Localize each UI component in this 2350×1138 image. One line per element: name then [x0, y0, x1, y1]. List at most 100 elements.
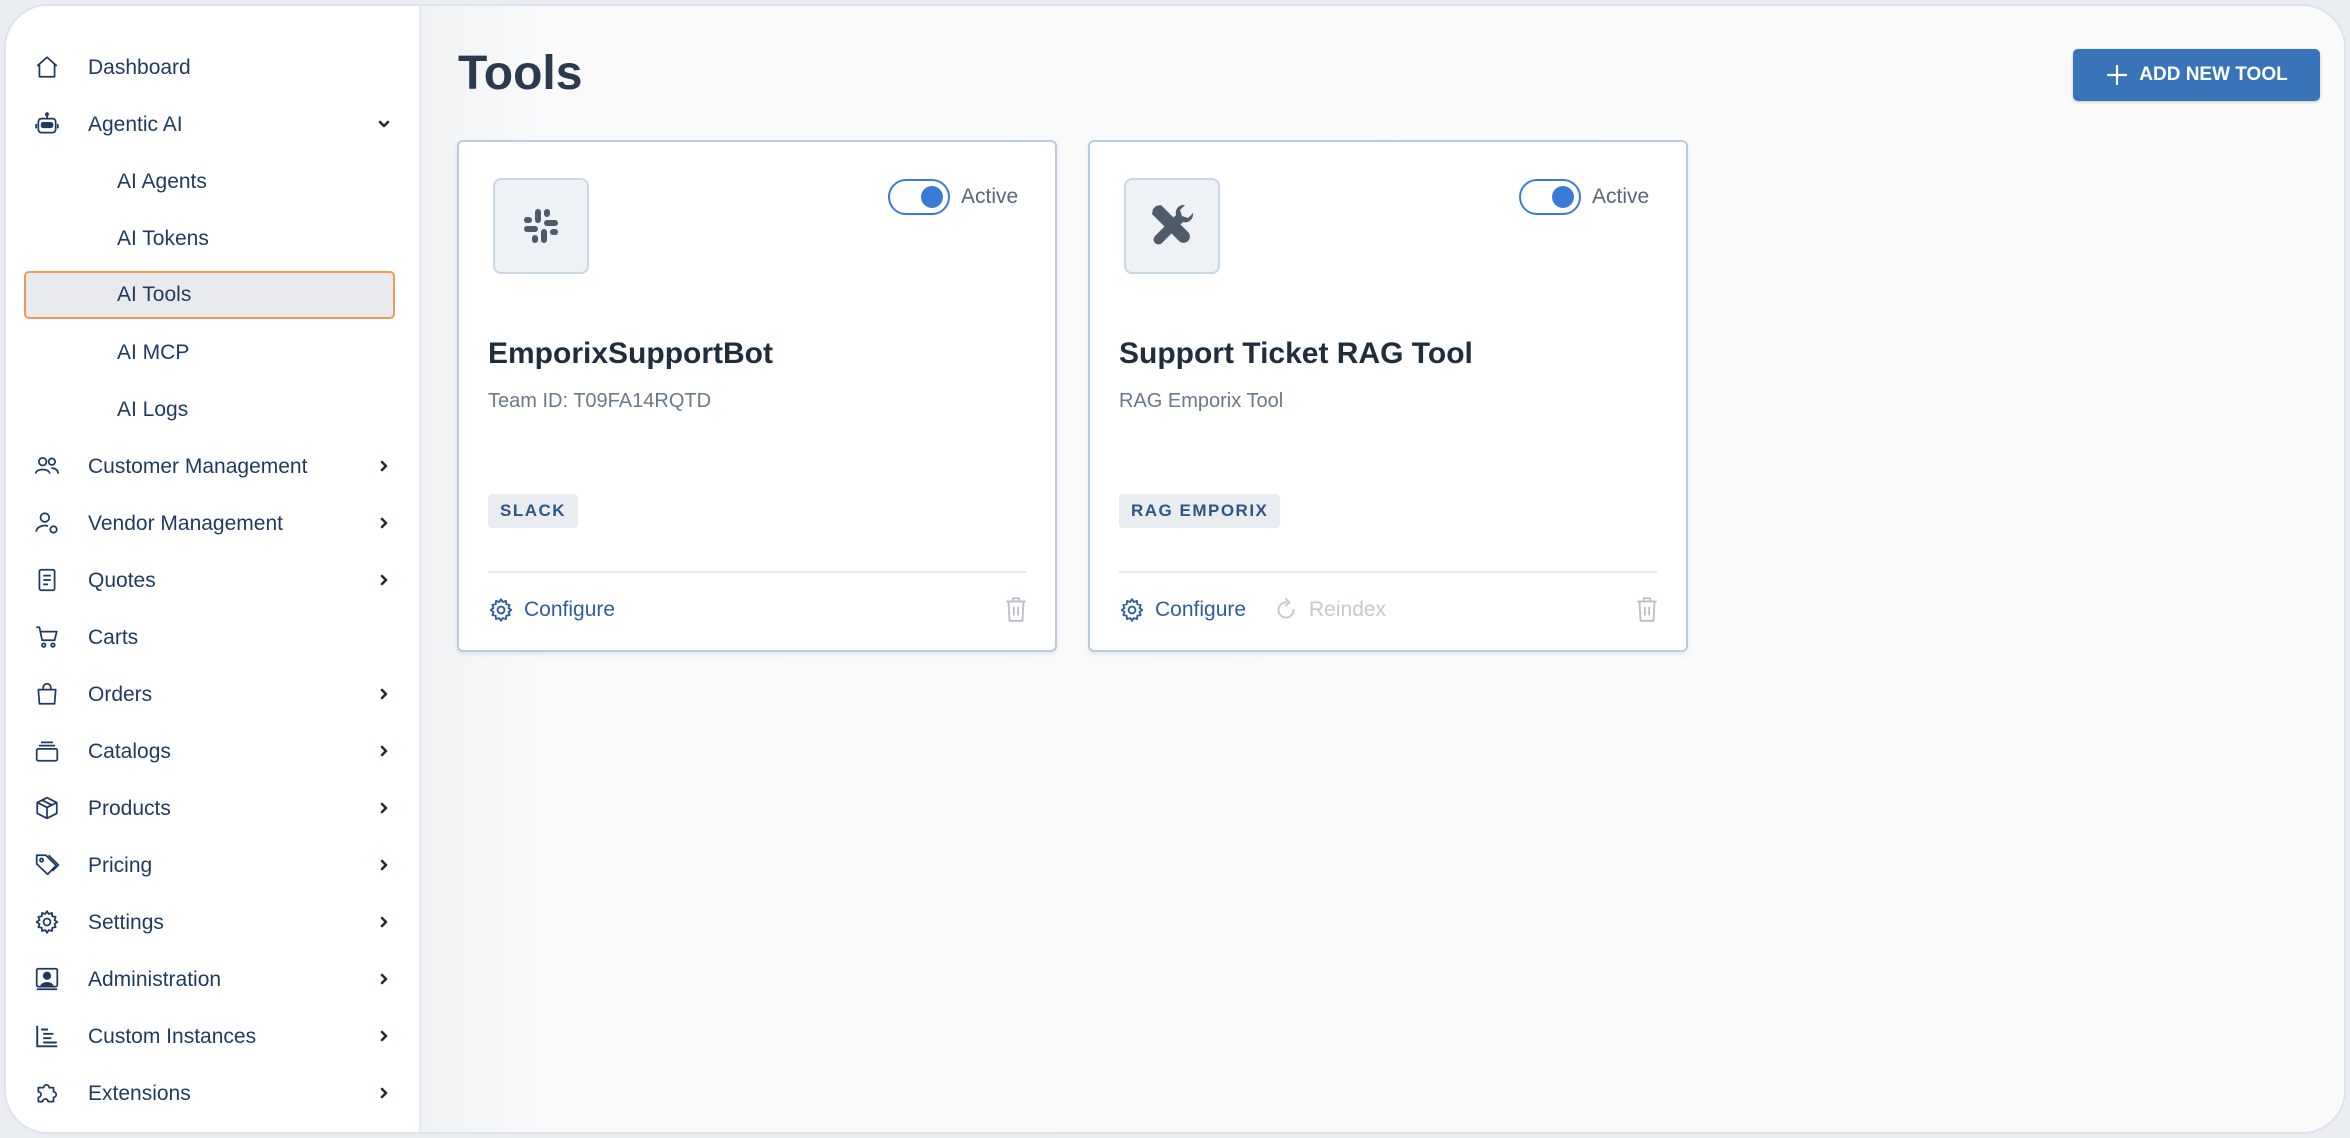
sidebar-item-products[interactable]: Products: [6, 780, 419, 837]
sidebar-item-catalogs[interactable]: Catalogs: [6, 723, 419, 780]
configure-button[interactable]: Configure: [1119, 597, 1246, 623]
sidebar-item-ai-tools[interactable]: AI Tools: [24, 271, 395, 319]
chevron-right-icon: [380, 517, 388, 529]
gear-icon: [1120, 598, 1144, 622]
cart-icon: [36, 626, 58, 648]
chevron-right-icon: [380, 688, 388, 700]
sidebar-item-quotes[interactable]: Quotes: [6, 552, 419, 609]
tool-subtitle: RAG Emporix Tool: [1119, 390, 1284, 412]
trash-icon[interactable]: [1003, 595, 1029, 623]
admin-icon: [35, 967, 59, 991]
app-window: Dashboard Agentic AI AI Agents AI Tokens…: [4, 4, 2346, 1134]
reindex-button[interactable]: Reindex: [1273, 597, 1386, 623]
sidebar-item-pricing[interactable]: Pricing: [6, 837, 419, 894]
tool-title: EmporixSupportBot: [488, 337, 773, 370]
chevron-right-icon: [380, 973, 388, 985]
plus-icon: [2107, 64, 2128, 86]
shopping-bag-icon: [37, 682, 57, 705]
toggle-knob: [921, 186, 943, 208]
status-label: Active: [961, 185, 1019, 208]
tool-card: Active Support Ticket RAG Tool RAG Empor…: [1088, 140, 1688, 652]
tool-type-badge: SLACK: [488, 494, 579, 528]
main-content: Tools ADD NEW TOOL Active EmporixSupport…: [422, 6, 2344, 1132]
sidebar-item-label: AI MCP: [117, 340, 190, 364]
home-icon: [36, 56, 58, 78]
sidebar-item-label: AI Tools: [117, 283, 192, 306]
sidebar-item-label: Catalogs: [88, 739, 171, 763]
chevron-down-icon[interactable]: [374, 114, 394, 134]
sidebar-item-label: AI Tokens: [117, 226, 209, 250]
tags-icon: [35, 854, 60, 876]
sidebar-item-label: Carts: [88, 625, 139, 649]
sidebar-item-extensions[interactable]: Extensions: [6, 1065, 419, 1122]
tool-logo: [1124, 178, 1220, 274]
configure-button[interactable]: Configure: [488, 597, 615, 623]
sidebar-item-dashboard[interactable]: Dashboard: [6, 39, 419, 96]
sidebar-item-label: Agentic AI: [88, 112, 183, 136]
configure-label: Configure: [524, 598, 616, 621]
status-label: Active: [1592, 185, 1650, 208]
card-divider: [488, 571, 1026, 573]
sidebar-item-label: AI Agents: [117, 169, 207, 193]
chevron-right-icon: [380, 916, 388, 928]
chevron-right-icon: [380, 745, 388, 757]
document-icon: [38, 568, 56, 592]
sidebar-item-custom-instances[interactable]: Custom Instances: [6, 1008, 419, 1065]
configure-label: Configure: [1155, 598, 1247, 621]
sidebar-item-label: Customer Management: [88, 454, 308, 478]
puzzle-icon: [37, 1084, 58, 1103]
trash-icon[interactable]: [1634, 595, 1660, 623]
sidebar-item-customer-management[interactable]: Customer Management: [6, 438, 419, 495]
sidebar-item-settings[interactable]: Settings: [6, 894, 419, 951]
tool-title: Support Ticket RAG Tool: [1119, 337, 1473, 370]
tool-subtitle: Team ID: T09FA14RQTD: [488, 390, 712, 412]
sidebar-item-label: Extensions: [88, 1081, 191, 1105]
box-icon: [36, 796, 58, 820]
tool-type-badge: RAG EMPORIX: [1119, 494, 1281, 528]
chevron-right-icon: [380, 859, 388, 871]
sidebar-item-ai-mcp[interactable]: AI MCP: [6, 324, 419, 381]
sidebar-item-label: Products: [88, 796, 171, 820]
chevron-right-icon: [380, 1087, 388, 1099]
sidebar-item-agentic-ai[interactable]: Agentic AI: [6, 96, 419, 153]
chevron-right-icon: [380, 574, 388, 586]
tool-logo: [493, 178, 589, 274]
hierarchy-list-icon: [36, 1025, 58, 1048]
sidebar-item-ai-tokens[interactable]: AI Tokens: [6, 210, 419, 267]
sidebar-item-carts[interactable]: Carts: [6, 609, 419, 666]
layers-icon: [35, 741, 59, 762]
add-new-tool-button[interactable]: ADD NEW TOOL: [2073, 49, 2320, 101]
user-settings-icon: [35, 512, 58, 534]
chevron-right-icon: [380, 460, 388, 472]
sidebar-item-ai-agents[interactable]: AI Agents: [6, 153, 419, 210]
toggle-knob: [1552, 186, 1574, 208]
sidebar: Dashboard Agentic AI AI Agents AI Tokens…: [6, 6, 422, 1132]
sidebar-item-label: Orders: [88, 682, 153, 706]
sidebar-item-label: Vendor Management: [88, 511, 283, 535]
sidebar-item-label: Administration: [88, 967, 222, 991]
refresh-icon: [1277, 598, 1295, 619]
chevron-right-icon: [380, 1030, 388, 1042]
active-toggle[interactable]: [1519, 179, 1581, 215]
sidebar-item-ai-logs[interactable]: AI Logs: [6, 381, 419, 438]
page-title: Tools: [458, 47, 583, 100]
chevron-right-icon: [380, 802, 388, 814]
sidebar-item-label: Pricing: [88, 853, 153, 877]
sidebar-item-label: Quotes: [88, 568, 156, 592]
sidebar-item-label: Settings: [88, 910, 164, 934]
gear-icon: [489, 598, 513, 622]
sidebar-item-label: Dashboard: [88, 55, 191, 79]
active-toggle[interactable]: [888, 179, 950, 215]
tools-icon: [1152, 204, 1194, 245]
gear-icon: [35, 910, 59, 934]
sidebar-item-label: Custom Instances: [88, 1024, 257, 1048]
sidebar-item-administration[interactable]: Administration: [6, 951, 419, 1008]
card-divider: [1119, 571, 1657, 573]
robot-icon: [35, 112, 59, 134]
slack-icon: [524, 209, 558, 243]
users-icon: [34, 457, 60, 474]
sidebar-item-orders[interactable]: Orders: [6, 666, 419, 723]
add-new-tool-label: ADD NEW TOOL: [2139, 64, 2288, 85]
sidebar-item-vendor-management[interactable]: Vendor Management: [6, 495, 419, 552]
sidebar-item-label: AI Logs: [117, 397, 189, 421]
